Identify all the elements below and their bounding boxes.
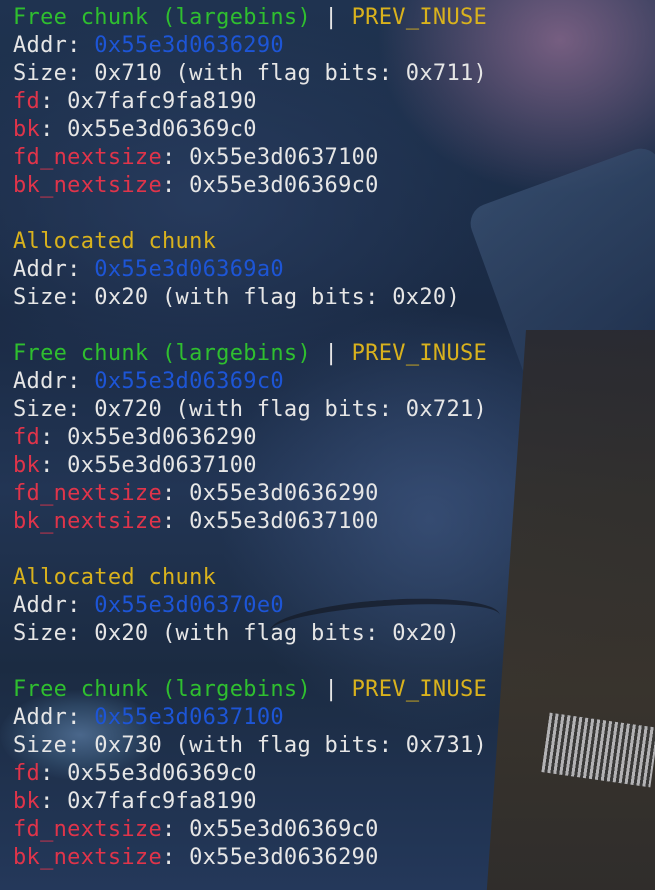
addr-label: Addr: [13,593,95,618]
chunk-header: Free chunk (largebins) | PREV_INUSE [13,4,655,32]
chunk-header: Allocated chunk [13,564,655,592]
chunk-header: Free chunk (largebins) | PREV_INUSE [13,340,655,368]
chunk-address: 0x55e3d0636290 [94,33,284,58]
addr-label: Addr: [13,33,95,58]
fd-value: : 0x55e3d06369c0 [40,761,257,786]
chunk-addr-line: Addr: 0x55e3d06369a0 [13,256,655,284]
fd-nextsize-value: : 0x55e3d0636290 [162,481,379,506]
chunk-fd-line: fd: 0x7fafc9fa8190 [13,88,655,116]
chunk-address: 0x55e3d06369c0 [94,369,284,394]
bk-label: bk [13,789,41,814]
chunk-address: 0x55e3d06370e0 [94,593,284,618]
chunk-addr-line: Addr: 0x55e3d06370e0 [13,592,655,620]
bk-nextsize-value: : 0x55e3d06369c0 [162,173,379,198]
chunk-status: Free chunk (largebins) [13,5,311,30]
fd-label: fd [13,89,41,114]
chunk-bk-line: bk: 0x7fafc9fa8190 [13,788,655,816]
chunk-fd-line: fd: 0x55e3d0636290 [13,424,655,452]
chunk-fd-nextsize-line: fd_nextsize: 0x55e3d0636290 [13,480,655,508]
chunk-bk-line: bk: 0x55e3d06369c0 [13,116,655,144]
chunk-fd-nextsize-line: fd_nextsize: 0x55e3d06369c0 [13,816,655,844]
chunk-header: Free chunk (largebins) | PREV_INUSE [13,676,655,704]
chunk-status: Allocated chunk [13,229,217,254]
prev-inuse-flag: PREV_INUSE [351,5,488,30]
chunk-separator: | [311,5,352,30]
fd-value: : 0x7fafc9fa8190 [40,89,257,114]
bk-nextsize-label: bk_nextsize [13,173,162,198]
fd-nextsize-label: fd_nextsize [13,145,162,170]
chunk-size-line: Size: 0x730 (with flag bits: 0x731) [13,733,488,758]
chunk-address: 0x55e3d06369a0 [94,257,284,282]
chunk-addr-line: Addr: 0x55e3d0637100 [13,704,655,732]
chunk-addr-line: Addr: 0x55e3d06369c0 [13,368,655,396]
chunk-header: Allocated chunk [13,228,655,256]
chunk-fd-line: fd: 0x55e3d06369c0 [13,760,655,788]
fd-nextsize-label: fd_nextsize [13,817,162,842]
prev-inuse-flag: PREV_INUSE [351,677,488,702]
bk-nextsize-value: : 0x55e3d0637100 [162,509,379,534]
chunk-addr-line: Addr: 0x55e3d0636290 [13,32,655,60]
chunk-status: Allocated chunk [13,565,217,590]
fd-label: fd [13,761,41,786]
chunk-size-line: Size: 0x710 (with flag bits: 0x711) [13,61,488,86]
addr-label: Addr: [13,705,95,730]
chunk-bk-nextsize-line: bk_nextsize: 0x55e3d0637100 [13,508,655,536]
bk-label: bk [13,453,41,478]
addr-label: Addr: [13,369,95,394]
fd-nextsize-value: : 0x55e3d0637100 [162,145,379,170]
chunk-address: 0x55e3d0637100 [94,705,284,730]
chunk-status: Free chunk (largebins) [13,341,311,366]
fd-nextsize-label: fd_nextsize [13,481,162,506]
terminal-output[interactable]: Free chunk (largebins) | PREV_INUSE Addr… [0,0,655,872]
chunk-size-line: Size: 0x20 (with flag bits: 0x20) [13,285,460,310]
chunk-separator: | [311,341,352,366]
bk-nextsize-label: bk_nextsize [13,845,162,870]
chunk-bk-nextsize-line: bk_nextsize: 0x55e3d0636290 [13,844,655,872]
bk-value: : 0x55e3d06369c0 [40,117,257,142]
chunk-bk-line: bk: 0x55e3d0637100 [13,452,655,480]
chunk-size-line: Size: 0x20 (with flag bits: 0x20) [13,621,460,646]
bk-value: : 0x55e3d0637100 [40,453,257,478]
bk-nextsize-label: bk_nextsize [13,509,162,534]
bk-label: bk [13,117,41,142]
prev-inuse-flag: PREV_INUSE [351,341,488,366]
bk-nextsize-value: : 0x55e3d0636290 [162,845,379,870]
bk-value: : 0x7fafc9fa8190 [40,789,257,814]
fd-value: : 0x55e3d0636290 [40,425,257,450]
fd-nextsize-value: : 0x55e3d06369c0 [162,817,379,842]
chunk-fd-nextsize-line: fd_nextsize: 0x55e3d0637100 [13,144,655,172]
chunk-bk-nextsize-line: bk_nextsize: 0x55e3d06369c0 [13,172,655,200]
addr-label: Addr: [13,257,95,282]
chunk-separator: | [311,677,352,702]
chunk-size-line: Size: 0x720 (with flag bits: 0x721) [13,397,488,422]
chunk-status: Free chunk (largebins) [13,677,311,702]
fd-label: fd [13,425,41,450]
